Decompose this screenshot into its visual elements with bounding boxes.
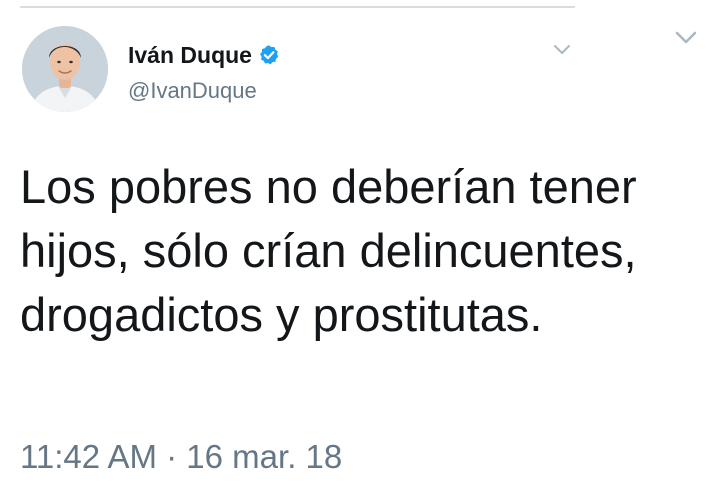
avatar[interactable] [22,26,108,112]
verified-badge-icon [259,45,279,65]
tweet-timestamp[interactable]: 11:42 AM · 16 mar. 18 [20,438,342,476]
tweet-card: Iván Duque @IvanDuque Los pobres no debe… [0,0,720,495]
profile-photo-icon [22,26,108,112]
display-name[interactable]: Iván Duque [128,42,252,69]
author-name-row: Iván Duque [128,40,280,70]
tweet-text: Los pobres no deberían tener hijos, sólo… [20,160,637,341]
tweet-menu-chevron-icon[interactable] [550,40,574,60]
user-handle[interactable]: @IvanDuque [128,78,257,104]
